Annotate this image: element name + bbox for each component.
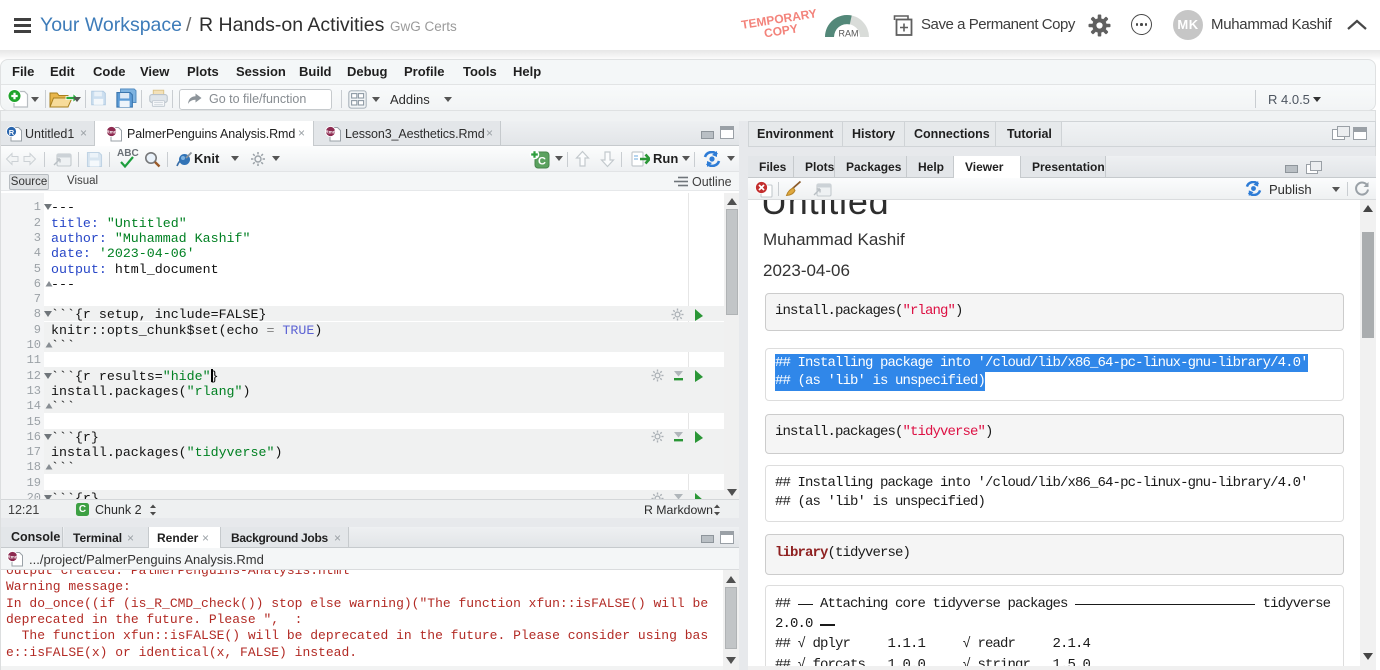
svg-text:Rmd: Rmd	[8, 555, 18, 560]
svg-text:Rmd: Rmd	[107, 130, 117, 135]
svg-text:R: R	[9, 128, 15, 137]
svg-text:Rmd: Rmd	[326, 130, 336, 135]
svg-text:C: C	[538, 156, 546, 168]
svg-text:RAM: RAM	[839, 29, 859, 39]
